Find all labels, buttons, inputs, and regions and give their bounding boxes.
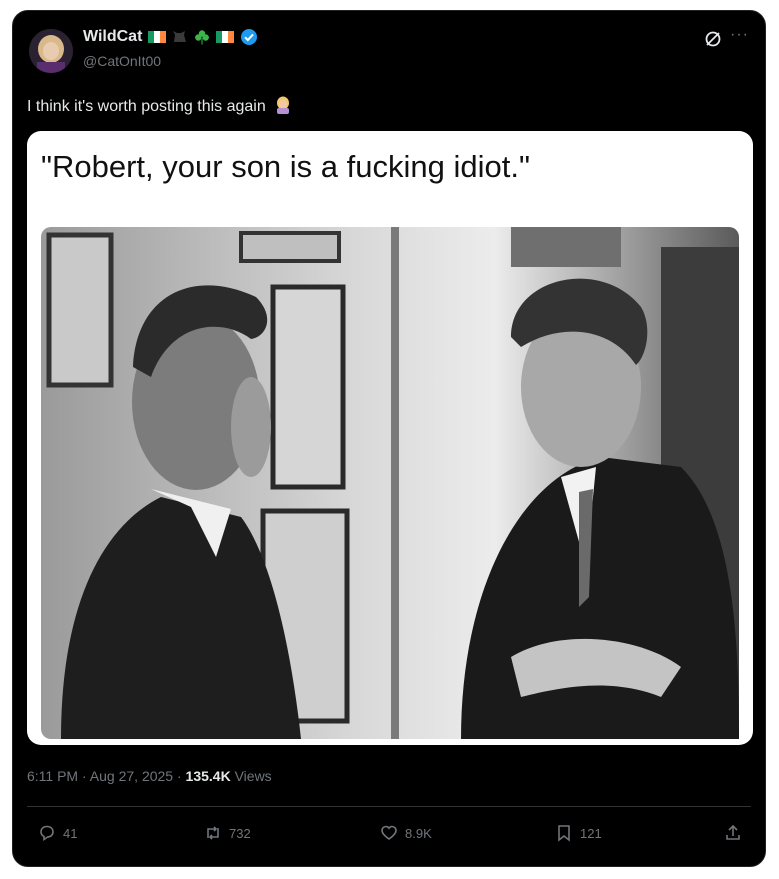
black-cat-icon [172, 30, 188, 44]
bookmark-icon [558, 825, 570, 842]
views-count: 135.4K [185, 768, 231, 784]
repost-count: 732 [229, 825, 251, 841]
separator-dot: · [82, 768, 87, 784]
like-count: 8.9K [405, 825, 432, 841]
reply-button[interactable]: 41 [37, 823, 77, 843]
like-button[interactable]: 8.9K [379, 823, 432, 843]
ireland-flag-icon [216, 31, 235, 43]
share-button[interactable] [723, 823, 743, 843]
verified-badge-icon[interactable] [240, 28, 258, 46]
timestamp-line: 6:11 PM · Aug 27, 2025 · 135.4K Views [27, 768, 272, 784]
separator-dot: · [176, 768, 182, 784]
meme-caption: "Robert, your son is a fucking idiot." [41, 149, 530, 184]
action-bar: 41 732 8.9K 121 [27, 823, 751, 849]
post-time[interactable]: 6:11 PM [27, 768, 78, 784]
bookmark-count: 121 [580, 825, 602, 841]
tweet-text: I think it's worth posting this again [27, 96, 292, 116]
divider [27, 806, 751, 807]
share-icon [726, 824, 740, 840]
reply-count: 41 [63, 825, 78, 841]
bookmark-button[interactable]: 121 [554, 823, 602, 843]
handle[interactable]: @CatOnIt00 [83, 53, 161, 69]
tweet-text-content: I think it's worth posting this again [27, 98, 266, 115]
like-icon [381, 825, 397, 840]
grok-icon[interactable] [703, 29, 723, 54]
reply-icon [40, 825, 54, 842]
repost-button[interactable]: 732 [203, 823, 251, 843]
photo [41, 227, 739, 739]
repost-icon [207, 826, 219, 840]
author-row: WildCat [83, 28, 258, 46]
post-date[interactable]: Aug 27, 2025 [90, 768, 173, 784]
shamrock-icon [194, 29, 210, 45]
tweet-card: WildCat @CatOnIt00 ··· I think it's wort… [12, 10, 766, 867]
views-label: Views [234, 768, 272, 784]
more-icon[interactable]: ··· [730, 26, 749, 44]
media-image[interactable]: "Robert, your son is a fucking idiot." [27, 131, 753, 745]
woman-facepalming-emoji-icon [274, 96, 292, 114]
avatar[interactable] [29, 29, 73, 73]
display-name[interactable]: WildCat [83, 28, 142, 46]
ireland-flag-icon [148, 31, 167, 43]
